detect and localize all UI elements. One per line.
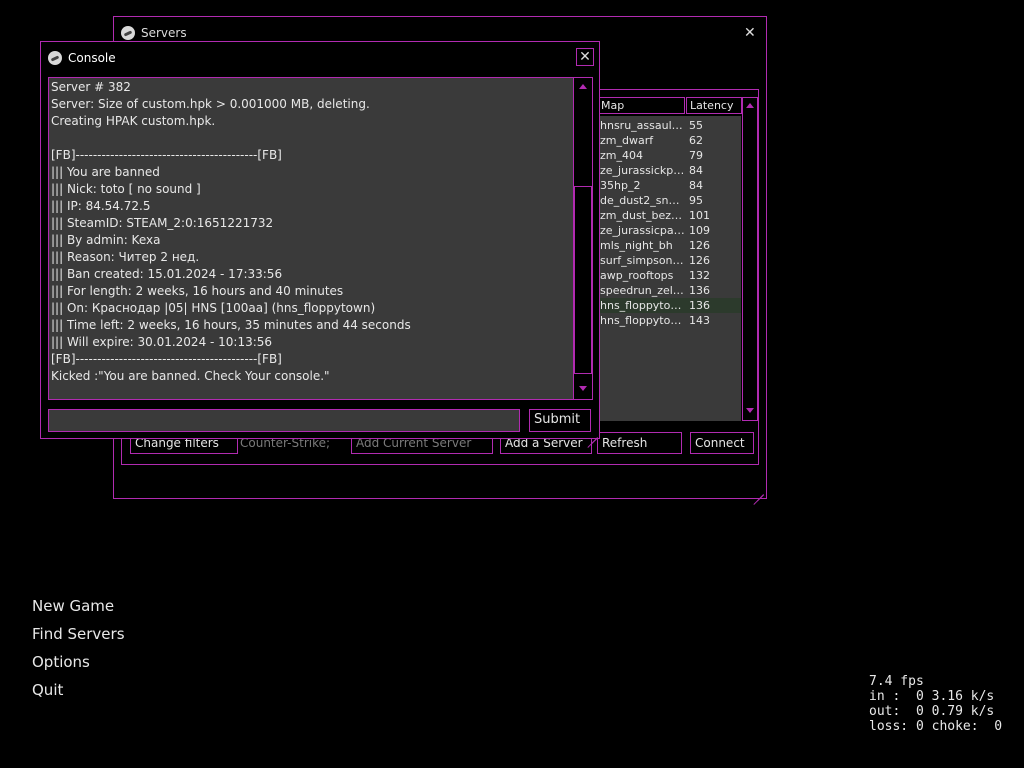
fps-counter: 7.4 fps — [869, 674, 924, 689]
server-row[interactable]: surf_simpsons_f...126 — [598, 253, 741, 268]
server-list[interactable]: Map Latency hnsru_assault01 55 zm_dwarf 62 z… — [598, 97, 758, 422]
server-row[interactable]: zm_dust_bezryki 101 — [598, 208, 741, 223]
console-line: ||| On: Краснодар |05| HNS [100aa] (hns_… — [51, 301, 376, 315]
server-map-cell: 35hp_2 — [600, 179, 641, 192]
net-loss-stat: loss: 0 choke: 0 — [869, 719, 1003, 734]
close-icon[interactable]: ✕ — [576, 48, 594, 66]
server-latency-cell: 136 — [689, 284, 710, 297]
console-line: ||| By admin: Kexa — [51, 233, 161, 247]
console-output: Server # 382 Server: Size of custom.hpk >… — [48, 77, 593, 400]
server-row[interactable]: hnsru_assault01 55 — [598, 118, 741, 133]
server-latency-cell: 101 — [689, 209, 710, 222]
resize-grip-icon[interactable] — [586, 426, 598, 448]
net-in-stat: in : 0 3.16 k/s — [869, 689, 995, 704]
server-latency-cell: 136 — [689, 299, 710, 312]
server-map-cell: hnsru_assault01 — [600, 119, 686, 132]
menu-options[interactable]: Options — [32, 653, 90, 671]
console-line: ||| Nick: toto [ no sound ] — [51, 182, 201, 196]
steam-icon — [48, 51, 62, 65]
server-latency-cell: 109 — [689, 224, 710, 237]
console-line: Creating HPAK custom.hpk. — [51, 114, 216, 128]
steam-icon — [121, 26, 135, 40]
console-line: Server # 382 — [51, 80, 131, 94]
console-line: [FB]------------------------------------… — [51, 352, 282, 366]
net-out-stat: out: 0 0.79 k/s — [869, 704, 995, 719]
column-header-map[interactable]: Map — [598, 97, 685, 114]
console-line: ||| Reason: Читер 2 нед. — [51, 250, 200, 264]
submit-button[interactable]: Submit — [529, 409, 591, 432]
server-latency-cell: 55 — [689, 119, 703, 132]
server-map-cell: awp_rooftops — [600, 269, 674, 282]
console-line: ||| Will expire: 30.01.2024 - 10:13:56 — [51, 335, 273, 349]
server-map-cell: speedrun_zelen... — [600, 284, 686, 297]
server-row[interactable]: hns_floppytown 143 — [598, 313, 741, 328]
console-line: ||| Time left: 2 weeks, 16 hours, 35 min… — [51, 318, 411, 332]
server-map-cell: zm_dust_bezryki — [600, 209, 686, 222]
server-latency-cell: 126 — [689, 254, 710, 267]
server-map-cell: hns_floppytown — [600, 299, 686, 312]
server-row[interactable]: ze_jurassickpar... 84 — [598, 163, 741, 178]
server-map-cell: surf_simpsons_f... — [600, 254, 686, 267]
server-latency-cell: 143 — [689, 314, 710, 327]
server-latency-cell: 95 — [689, 194, 703, 207]
server-row[interactable]: hns_floppytown 136 — [598, 298, 741, 313]
server-latency-cell: 126 — [689, 239, 710, 252]
refresh-button[interactable]: Refresh — [597, 432, 682, 454]
server-row[interactable]: de_dust2_snow... 95 — [598, 193, 741, 208]
servers-window-title: Servers — [141, 26, 187, 40]
server-map-cell: zm_dwarf — [600, 134, 654, 147]
server-map-cell: zm_404 — [600, 149, 643, 162]
server-row[interactable]: awp_rooftops 132 — [598, 268, 741, 283]
server-map-cell: mls_night_bh — [600, 239, 673, 252]
server-rows: hnsru_assault01 55 zm_dwarf 62 zm_404 79 ze_ju… — [598, 118, 741, 418]
server-map-cell: hns_floppytown — [600, 314, 686, 327]
server-latency-cell: 84 — [689, 179, 703, 192]
menu-quit[interactable]: Quit — [32, 681, 63, 699]
close-icon[interactable]: ✕ — [744, 25, 756, 41]
scroll-down-icon[interactable] — [746, 408, 754, 413]
scroll-thumb[interactable] — [574, 186, 592, 374]
console-window: Console ✕ Server # 382 Server: Size of cu… — [40, 41, 600, 448]
server-latency-cell: 79 — [689, 149, 703, 162]
console-line: ||| For length: 2 weeks, 16 hours and 40… — [51, 284, 344, 298]
console-line: ||| IP: 84.54.72.5 — [51, 199, 151, 213]
console-lines: Server # 382 Server: Size of custom.hpk >… — [49, 79, 574, 385]
server-latency-cell: 62 — [689, 134, 703, 147]
server-row[interactable]: zm_404 79 — [598, 148, 741, 163]
console-line: ||| You are banned — [51, 165, 160, 179]
console-window-title: Console — [68, 51, 116, 65]
server-row[interactable]: zm_dwarf 62 — [598, 133, 741, 148]
menu-new-game[interactable]: New Game — [32, 597, 114, 615]
server-map-cell: ze_jurassickpar... — [600, 164, 686, 177]
column-header-latency[interactable]: Latency — [686, 97, 742, 114]
console-line: ||| SteamID: STEAM_2:0:1651221732 — [51, 216, 274, 230]
server-row[interactable]: ze_jurassicpark4 109 — [598, 223, 741, 238]
scroll-down-icon[interactable] — [579, 386, 587, 391]
console-command-input[interactable] — [48, 409, 520, 432]
scroll-up-icon[interactable] — [746, 103, 754, 108]
scroll-up-icon[interactable] — [579, 84, 587, 89]
server-row[interactable]: mls_night_bh 126 — [598, 238, 741, 253]
connect-button[interactable]: Connect — [690, 432, 754, 454]
server-list-scrollbar[interactable] — [742, 97, 758, 421]
console-line: [FB]------------------------------------… — [51, 148, 282, 162]
console-line: Server: Size of custom.hpk > 0.001000 MB… — [51, 97, 370, 111]
server-row[interactable]: speedrun_zelen...136 — [598, 283, 741, 298]
console-scrollbar[interactable] — [573, 78, 592, 399]
server-latency-cell: 132 — [689, 269, 710, 282]
server-map-cell: de_dust2_snow... — [600, 194, 686, 207]
server-map-cell: ze_jurassicpark4 — [600, 224, 686, 237]
resize-grip-icon[interactable] — [752, 483, 764, 505]
console-line: ||| Ban created: 15.01.2024 - 17:33:56 — [51, 267, 283, 281]
console-line: Kicked :"You are banned. Check Your cons… — [51, 369, 330, 383]
menu-find-servers[interactable]: Find Servers — [32, 625, 125, 643]
server-latency-cell: 84 — [689, 164, 703, 177]
server-row[interactable]: 35hp_2 84 — [598, 178, 741, 193]
